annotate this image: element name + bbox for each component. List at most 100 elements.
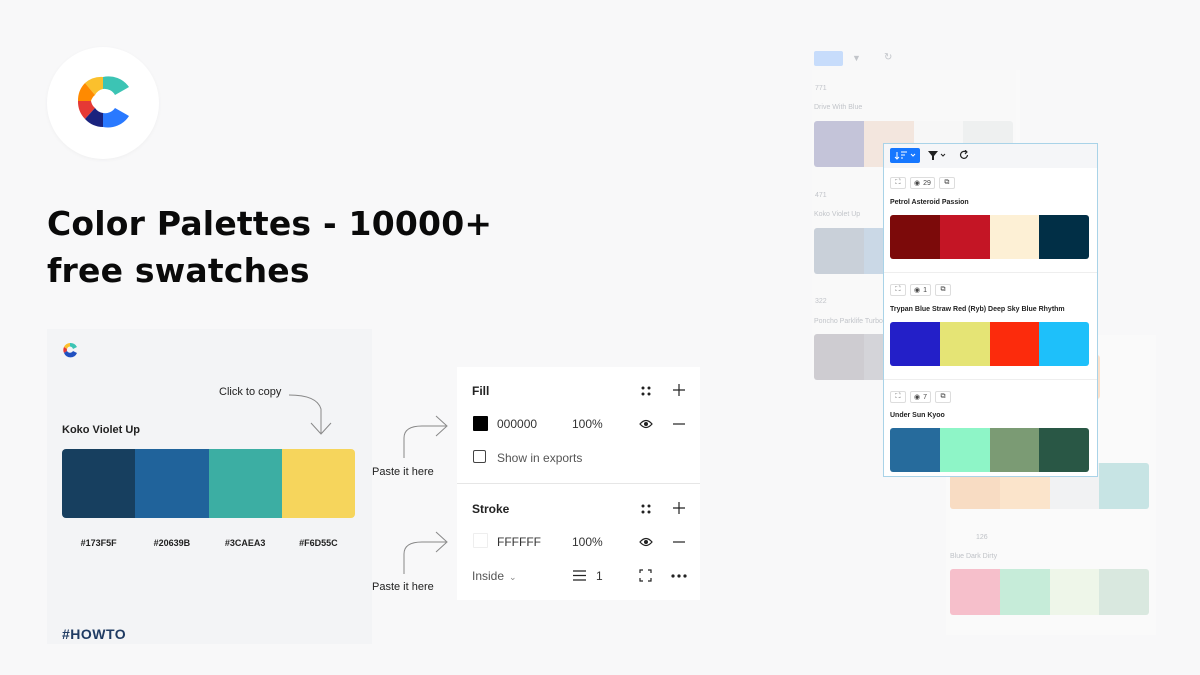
fill-opacity[interactable]: 100% xyxy=(572,417,603,431)
stroke-weight[interactable]: 1 xyxy=(596,569,603,583)
hex-codes: #173F5F #20639B #3CAEA3 #F6D55C xyxy=(62,538,355,548)
swatch[interactable] xyxy=(989,215,1040,259)
click-to-copy-label: Click to copy xyxy=(219,386,282,398)
minus-icon[interactable] xyxy=(673,423,685,425)
plus-icon[interactable] xyxy=(673,502,685,514)
howto-tag: #HOWTO xyxy=(62,626,127,642)
copy-icon[interactable]: ⧉ xyxy=(938,177,955,189)
hex-code[interactable]: #F6D55C xyxy=(282,538,355,548)
copy-icon[interactable]: ⧉ xyxy=(935,391,952,403)
swatch[interactable] xyxy=(1039,428,1089,472)
expand-icon[interactable]: ⛶ xyxy=(890,177,906,189)
stroke-opacity[interactable]: 100% xyxy=(572,535,603,549)
swatch[interactable] xyxy=(814,121,864,167)
swatch[interactable] xyxy=(208,449,282,518)
swatch[interactable] xyxy=(135,449,209,518)
eye-icon[interactable] xyxy=(639,419,653,429)
minus-icon[interactable] xyxy=(673,541,685,543)
eye-icon[interactable] xyxy=(639,537,653,547)
show-in-exports-checkbox[interactable] xyxy=(473,450,486,463)
chevron-down-icon: ⌄ xyxy=(509,572,517,582)
palette-actions: ⛶ ◉ 29 ⧉ xyxy=(890,177,955,189)
divider xyxy=(884,272,1097,273)
palette-name: Koko Violet Up xyxy=(62,424,141,436)
stroke-position: Inside xyxy=(472,569,505,583)
palette-name: Poncho Parklife Turbos xyxy=(814,318,887,325)
swatch[interactable] xyxy=(890,428,940,472)
swatch[interactable] xyxy=(890,322,940,366)
palette-swatches[interactable] xyxy=(62,449,355,518)
swatch[interactable] xyxy=(939,215,990,259)
fill-hex[interactable]: 000000 xyxy=(497,417,537,431)
filter-icon[interactable]: ▼ xyxy=(852,53,861,63)
views-count: 29 xyxy=(923,179,931,187)
grid-dots-icon[interactable] xyxy=(641,504,651,514)
sort-icon xyxy=(894,151,916,160)
headline: Color Palettes - 10000+ free swatches xyxy=(47,204,493,290)
refresh-icon[interactable] xyxy=(959,150,969,160)
show-in-exports-label: Show in exports xyxy=(497,451,583,465)
views-count: 126 xyxy=(976,534,988,541)
curved-arrow-icon xyxy=(403,415,448,458)
palette-actions: ⛶ ◉ 1 ⧉ xyxy=(890,284,952,296)
swatch[interactable] xyxy=(281,449,355,518)
palette-swatches[interactable] xyxy=(890,428,1089,472)
palette-swatches[interactable] xyxy=(890,322,1089,366)
hex-code[interactable]: #20639B xyxy=(135,538,208,548)
plus-icon[interactable] xyxy=(673,384,685,396)
swatch[interactable] xyxy=(1049,569,1100,615)
divider xyxy=(884,379,1097,380)
swatch[interactable] xyxy=(999,569,1050,615)
swatch[interactable] xyxy=(1099,463,1149,509)
swatch[interactable] xyxy=(62,449,136,518)
expand-icon[interactable]: ⛶ xyxy=(890,391,906,403)
app-logo xyxy=(47,47,159,159)
mini-logo-icon xyxy=(63,342,77,358)
palette-name: Koko Violet Up xyxy=(814,211,861,218)
expand-icon[interactable]: ⛶ xyxy=(890,284,906,296)
swatch[interactable] xyxy=(950,569,1000,615)
palette-actions: ⛶ ◉ 7 ⧉ xyxy=(890,391,952,403)
sort-button[interactable] xyxy=(814,51,843,66)
eye-icon: ◉ xyxy=(914,287,921,294)
palette-name: Trypan Blue Straw Red (Ryb) Deep Sky Blu… xyxy=(890,306,1065,313)
swatch[interactable] xyxy=(1039,215,1089,259)
palette-swatches[interactable] xyxy=(950,569,1149,615)
views-count: 1 xyxy=(923,286,928,294)
filter-icon[interactable] xyxy=(928,151,946,161)
stroke-color-chip[interactable] xyxy=(473,533,488,548)
swatch[interactable] xyxy=(939,428,990,472)
hex-code[interactable]: #3CAEA3 xyxy=(209,538,282,548)
paste-label: Paste it here xyxy=(372,581,434,593)
swatch[interactable] xyxy=(1039,322,1089,366)
hex-code[interactable]: #173F5F xyxy=(62,538,135,548)
copy-icon[interactable]: ⧉ xyxy=(935,284,952,296)
eye-icon: ◉ xyxy=(914,394,921,401)
palette-swatches[interactable] xyxy=(890,215,1089,259)
swatch[interactable] xyxy=(1099,569,1149,615)
views-badge: ◉ 7 xyxy=(910,391,932,403)
list-toolbar xyxy=(884,144,1097,168)
eye-icon: ◉ xyxy=(914,180,921,187)
grid-dots-icon[interactable] xyxy=(641,386,651,396)
sort-button[interactable] xyxy=(890,148,920,163)
fill-color-chip[interactable] xyxy=(473,416,488,431)
views-count: 471 xyxy=(815,192,827,199)
stroke-position-select[interactable]: Inside ⌄ xyxy=(472,569,517,583)
corner-frame-icon[interactable] xyxy=(639,569,652,582)
swatch[interactable] xyxy=(989,322,1040,366)
howto-card: Click to copy Koko Violet Up #173F5F #20… xyxy=(47,329,372,644)
palette-list-panel: ⛶ ◉ 29 ⧉ Petrol Asteroid Passion ⛶ ◉ 1 ⧉ T… xyxy=(883,143,1098,477)
refresh-icon[interactable]: ↻ xyxy=(884,52,892,63)
more-icon[interactable] xyxy=(671,574,687,578)
swatch[interactable] xyxy=(890,215,940,259)
fill-section-title: Fill xyxy=(472,384,490,398)
swatch[interactable] xyxy=(989,428,1040,472)
swatch[interactable] xyxy=(814,228,864,274)
views-count: 322 xyxy=(815,298,827,305)
curved-arrow-icon xyxy=(403,531,448,574)
stroke-hex[interactable]: FFFFFF xyxy=(497,535,541,549)
paste-label: Paste it here xyxy=(372,466,434,478)
swatch[interactable] xyxy=(939,322,990,366)
swatch[interactable] xyxy=(814,334,864,380)
